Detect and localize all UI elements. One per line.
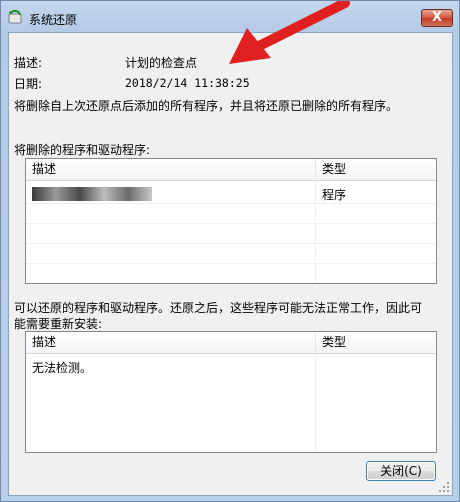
grid-line (26, 223, 436, 224)
grid-line (26, 263, 436, 264)
restorable-programs-label-line2: 能需要重新安装: (14, 317, 103, 331)
date-value: 2018/2/14 11:38:25 (125, 76, 250, 90)
red-arrow-icon (229, 1, 350, 64)
date-label: 日期: (14, 77, 43, 91)
description-label: 描述: (14, 56, 43, 70)
window-title: 系统还原 (29, 13, 78, 27)
column-header-description[interactable]: 描述 (26, 332, 56, 354)
close-button[interactable]: 关闭(C) (366, 461, 436, 481)
column-header-type[interactable]: 类型 (316, 332, 346, 354)
close-icon[interactable]: X (421, 9, 453, 27)
description-value: 计划的检查点 (125, 56, 198, 70)
dialog-body: 描述: 计划的检查点 日期: 2018/2/14 11:38:25 将删除自上次… (8, 32, 453, 496)
list-header: 描述 类型 (26, 332, 436, 354)
size-grip-icon[interactable] (438, 481, 450, 493)
grid-line (315, 181, 316, 283)
grid-line (26, 203, 436, 204)
grid-line (26, 243, 436, 244)
row-type: 程序 (322, 188, 347, 202)
system-restore-window: 系统还原 X 描述: 计划的检查点 日期: 2018/2/14 11:38:25… (0, 0, 460, 502)
list-header: 描述 类型 (26, 159, 436, 181)
deleted-programs-list[interactable]: 描述 类型 程序 (25, 158, 437, 284)
row-description: 无法检测。 (32, 361, 93, 375)
grid-line (315, 354, 316, 452)
column-header-type[interactable]: 类型 (316, 159, 346, 181)
restorable-programs-label-line1: 可以还原的程序和驱动程序。还原之后，这些程序可能无法正常工作，因此可 (14, 301, 423, 315)
restore-notice: 将删除自上次还原点后添加的所有程序，并且将还原已删除的所有程序。 (14, 99, 399, 113)
column-header-description[interactable]: 描述 (26, 159, 56, 181)
restorable-programs-list[interactable]: 描述 类型 无法检测。 (25, 331, 437, 453)
system-restore-icon (8, 9, 22, 24)
redacted-description (32, 187, 152, 201)
deleted-programs-label: 将删除的程序和驱动程序: (14, 143, 151, 157)
